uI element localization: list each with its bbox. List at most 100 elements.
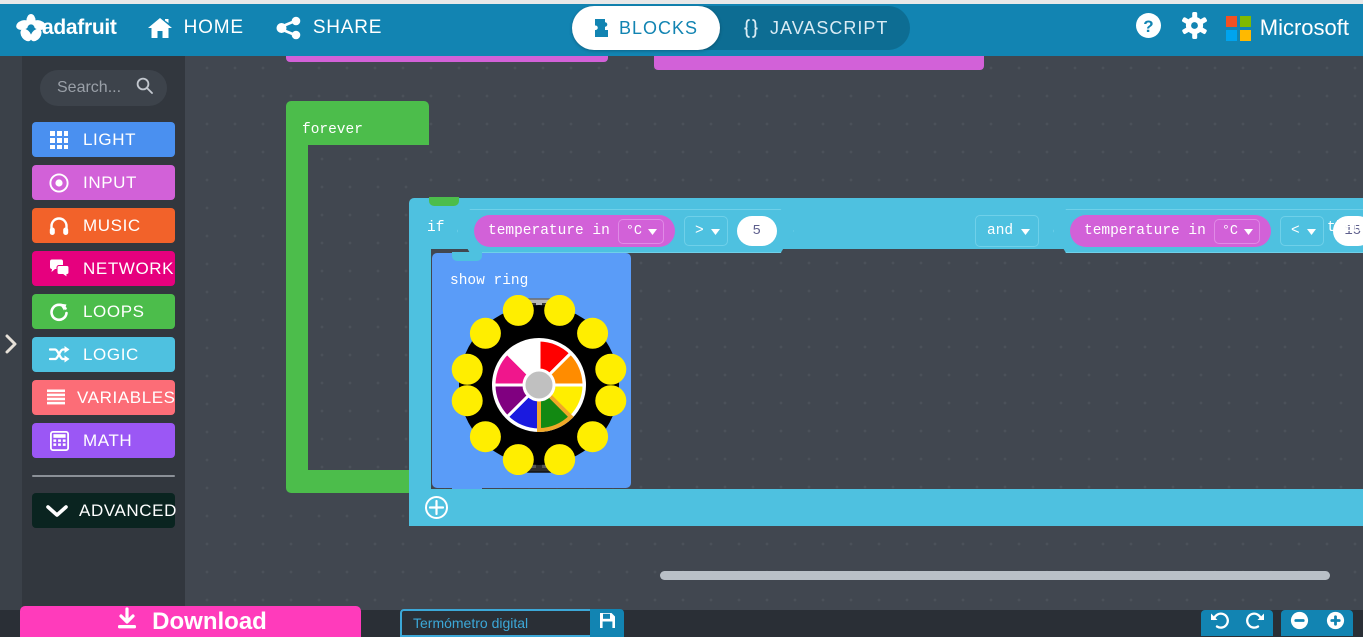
- lines-stack-icon: [46, 389, 66, 407]
- gear-icon: [1181, 12, 1208, 44]
- history-controls: [1201, 610, 1273, 636]
- if-block-notch: [429, 197, 459, 206]
- editor-mode-tabs: BLOCKS JAVASCRIPT: [572, 6, 911, 50]
- condition-b-compare[interactable]: temperature in °C < 15: [1053, 209, 1363, 253]
- microsoft-logo[interactable]: Microsoft: [1218, 15, 1363, 41]
- zoom-out-button[interactable]: [1281, 610, 1317, 636]
- brand-label: adafruit: [42, 16, 117, 39]
- zoom-in-button[interactable]: [1317, 610, 1353, 636]
- tab-javascript[interactable]: JAVASCRIPT: [720, 6, 910, 50]
- show-ring-block[interactable]: show ring: [432, 252, 631, 497]
- tab-javascript-label: JAVASCRIPT: [770, 17, 889, 38]
- share-button[interactable]: SHARE: [260, 0, 398, 56]
- blocks-workspace[interactable]: forever if temperature in °C > 5 and tem…: [185, 48, 1363, 610]
- project-name-input[interactable]: Termómetro digital: [400, 609, 590, 637]
- chevron-down-icon: [1307, 222, 1316, 240]
- adafruit-brand[interactable]: adafruit: [0, 0, 131, 56]
- microsoft-squares-icon: [1225, 15, 1251, 41]
- share-label: SHARE: [312, 17, 383, 38]
- unit-value-b: °C: [1221, 223, 1239, 239]
- chevron-down-icon: [46, 504, 68, 518]
- undo-button[interactable]: [1201, 610, 1237, 636]
- sidebar-item-loops-label: LOOPS: [83, 301, 145, 321]
- sidebar-item-music[interactable]: MUSIC: [32, 208, 175, 243]
- svg-text:?: ?: [1144, 17, 1154, 36]
- sidebar-item-loops[interactable]: LOOPS: [32, 294, 175, 329]
- temperature-sensor-block-b[interactable]: temperature in °C: [1070, 215, 1271, 247]
- microsoft-label: Microsoft: [1259, 15, 1349, 40]
- undo-arrow-icon: [1210, 612, 1229, 634]
- sidebar-item-variables[interactable]: VARIABLES: [32, 380, 175, 415]
- chevron-down-icon: [648, 222, 657, 240]
- workspace-horizontal-scrollbar[interactable]: [660, 571, 1330, 580]
- home-icon: [147, 16, 173, 40]
- floppy-disk-icon: [599, 612, 616, 634]
- sidebar-item-math[interactable]: MATH: [32, 423, 175, 458]
- blocks-toolbox: Search... LIGHT INPUT MUSIC NETWORK LOOP…: [22, 56, 185, 637]
- bottom-toolbar: Download Termómetro digital: [0, 606, 1363, 637]
- temperature-label-a: temperature in: [488, 223, 610, 239]
- topbar-left-group: adafruit HOME SHARE: [0, 0, 398, 56]
- chevron-down-icon: [1244, 222, 1253, 240]
- forever-block[interactable]: forever if temperature in °C > 5 and tem…: [286, 101, 1363, 539]
- curly-braces-icon: [742, 18, 760, 38]
- tab-blocks-label: BLOCKS: [619, 17, 699, 38]
- sidebar-item-logic[interactable]: LOGIC: [32, 337, 175, 372]
- adafruit-flower-icon: [16, 14, 46, 42]
- neopixel-ring-picker[interactable]: [448, 294, 628, 480]
- share-icon: [276, 16, 302, 40]
- project-name-value: Termómetro digital: [413, 615, 529, 631]
- search-input[interactable]: Search...: [40, 70, 167, 106]
- number-input-a[interactable]: 5: [737, 216, 777, 246]
- if-label: if: [427, 220, 445, 236]
- temperature-sensor-block-a[interactable]: temperature in °C: [474, 215, 675, 247]
- target-circle-icon: [46, 172, 72, 193]
- sidebar-item-input-label: INPUT: [83, 172, 137, 192]
- operator-dropdown-a[interactable]: >: [684, 216, 728, 246]
- refresh-arrow-icon: [46, 302, 72, 322]
- zoom-controls: [1281, 610, 1353, 636]
- color-wheel: [492, 338, 586, 433]
- condition-a-compare[interactable]: temperature in °C > 5: [457, 209, 794, 253]
- settings-button[interactable]: [1172, 0, 1218, 56]
- show-ring-notch: [452, 252, 482, 261]
- sidebar-item-logic-label: LOGIC: [83, 344, 139, 364]
- forever-label: forever: [302, 122, 363, 138]
- temperature-label-b: temperature in: [1084, 223, 1206, 239]
- speech-bubbles-icon: [46, 259, 72, 278]
- toolbox-divider: [32, 475, 175, 477]
- sidebar-item-input[interactable]: INPUT: [32, 165, 175, 200]
- number-value-a: 5: [752, 223, 761, 239]
- sidebar-item-music-label: MUSIC: [83, 215, 141, 235]
- home-label: HOME: [183, 17, 244, 38]
- download-button[interactable]: Download: [20, 606, 361, 637]
- sidebar-item-advanced[interactable]: ADVANCED: [32, 493, 176, 528]
- redo-arrow-icon: [1245, 612, 1265, 634]
- bottom-right-controls: [1201, 610, 1353, 636]
- download-arrow-icon: [114, 606, 140, 637]
- and-label: and: [987, 223, 1014, 239]
- tab-blocks[interactable]: BLOCKS: [572, 6, 721, 50]
- sidebar-item-network[interactable]: NETWORK: [32, 251, 175, 286]
- redo-button[interactable]: [1237, 610, 1273, 636]
- chevron-down-icon: [711, 222, 720, 240]
- unit-dropdown-b[interactable]: °C: [1214, 219, 1260, 244]
- makecode-editor: forever if temperature in °C > 5 and tem…: [0, 0, 1363, 637]
- home-button[interactable]: HOME: [131, 0, 260, 56]
- logic-and-dropdown[interactable]: and: [975, 215, 1040, 247]
- chevron-down-icon: [1021, 222, 1031, 240]
- help-button[interactable]: ?: [1126, 0, 1172, 56]
- save-button[interactable]: [590, 609, 624, 637]
- topbar-right-group: ? Microsoft: [1126, 0, 1363, 56]
- shuffle-arrows-icon: [46, 345, 72, 364]
- plus-circle-icon[interactable]: [425, 496, 448, 519]
- unit-value-a: °C: [625, 223, 643, 239]
- if-then-block[interactable]: if temperature in °C > 5 and temperature…: [409, 197, 1363, 539]
- toolbox-expand-handle[interactable]: [0, 56, 22, 637]
- sidebar-item-light[interactable]: LIGHT: [32, 122, 175, 157]
- operator-dropdown-b[interactable]: <: [1280, 216, 1324, 246]
- top-navigation-bar: adafruit HOME SHARE BLOCKS JAVASCRIPT ? …: [0, 0, 1363, 56]
- unit-dropdown-a[interactable]: °C: [618, 219, 664, 244]
- then-label: then: [1327, 220, 1362, 236]
- minus-circle-icon: [1290, 611, 1309, 635]
